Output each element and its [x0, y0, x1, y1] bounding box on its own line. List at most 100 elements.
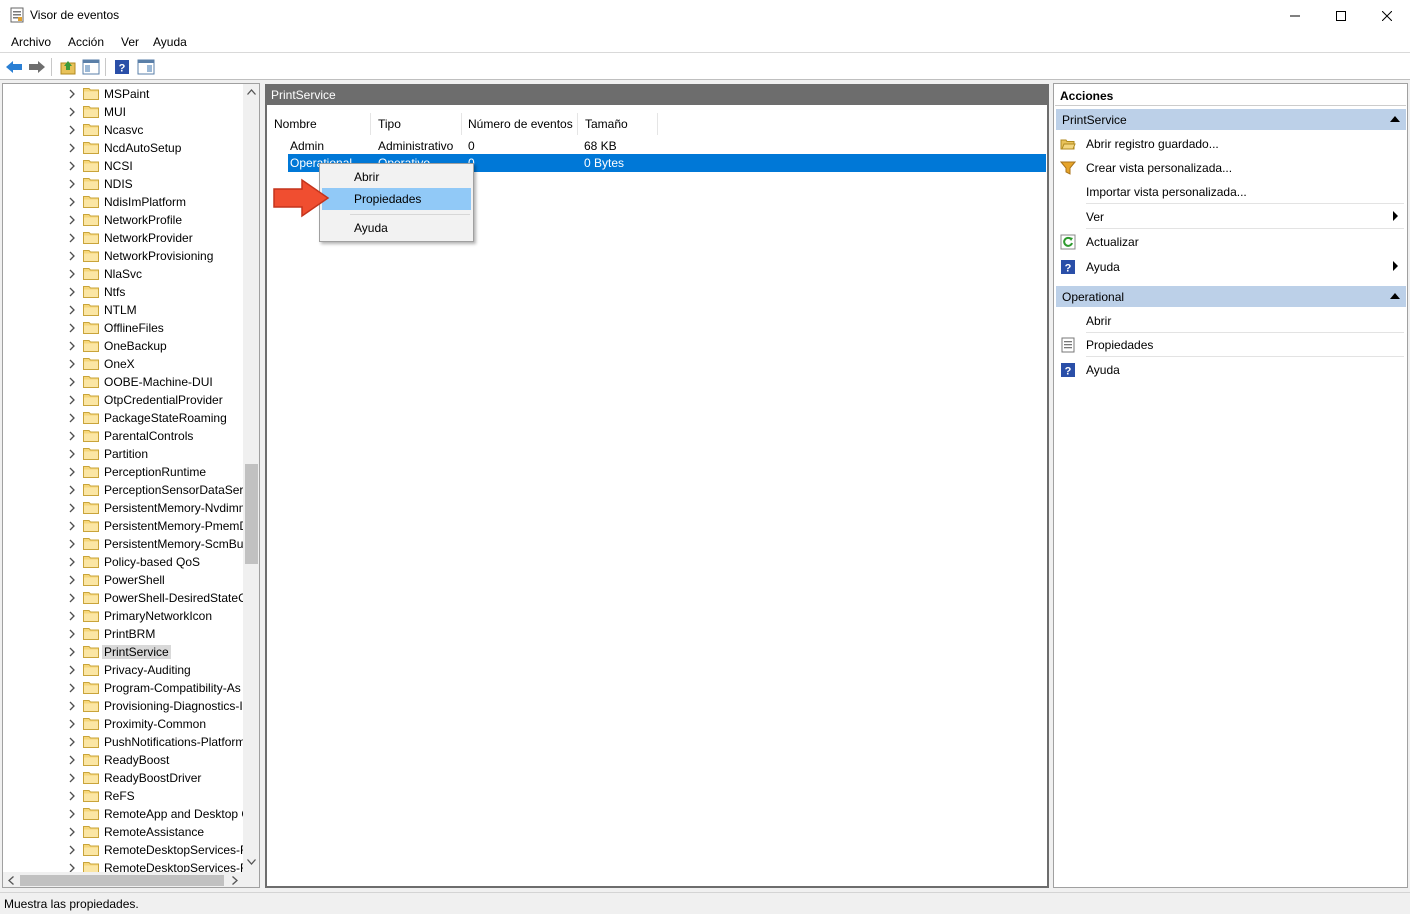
section-header-operational[interactable]: Operational	[1056, 286, 1406, 307]
console-tree[interactable]: MSPaint MUI Ncasvc NcdAutoSetup NCSI NDIS Ndis…	[2, 83, 260, 888]
action-ver[interactable]: Ver	[1058, 205, 1404, 229]
ctx-abrir[interactable]: Abrir	[322, 166, 471, 188]
ctx-propiedades[interactable]: Propiedades	[322, 188, 471, 210]
tree-item[interactable]: PrintService	[3, 643, 243, 661]
chevron-right-icon[interactable]	[66, 538, 78, 550]
tree-item[interactable]: PerceptionSensorDataServ	[3, 481, 249, 499]
menu-ayuda[interactable]: Ayuda	[153, 35, 187, 49]
chevron-right-icon[interactable]	[66, 88, 78, 100]
column-separator[interactable]	[370, 113, 371, 135]
back-button[interactable]	[4, 57, 24, 77]
tree-item[interactable]: NcdAutoSetup	[3, 139, 243, 157]
tree-item[interactable]: MSPaint	[3, 85, 243, 103]
chevron-right-icon[interactable]	[66, 304, 78, 316]
close-button[interactable]	[1364, 0, 1410, 31]
chevron-right-icon[interactable]	[66, 826, 78, 838]
column-header-nombre[interactable]: Nombre	[274, 117, 317, 135]
ctx-ayuda[interactable]: Ayuda	[322, 217, 471, 239]
column-separator[interactable]	[577, 113, 578, 135]
up-folder-button[interactable]	[58, 57, 78, 77]
tree-item[interactable]: OOBE-Machine-DUI	[3, 373, 243, 391]
chevron-right-icon[interactable]	[66, 628, 78, 640]
chevron-right-icon[interactable]	[66, 268, 78, 280]
chevron-right-icon[interactable]	[66, 466, 78, 478]
chevron-right-icon[interactable]	[66, 556, 78, 568]
tree-item[interactable]: NetworkProvider	[3, 229, 243, 247]
tree-item[interactable]: PrintBRM	[3, 625, 243, 643]
action-ayuda[interactable]: ? Ayuda	[1058, 255, 1404, 279]
chevron-right-icon[interactable]	[66, 142, 78, 154]
show-hide-tree-button[interactable]	[81, 57, 101, 77]
action-abrir-registro[interactable]: Abrir registro guardado...	[1058, 132, 1404, 156]
chevron-right-icon[interactable]	[66, 340, 78, 352]
tree-item[interactable]: OfflineFiles	[3, 319, 243, 337]
tree-item[interactable]: Program-Compatibility-As	[3, 679, 243, 697]
tree-item[interactable]: PerceptionRuntime	[3, 463, 243, 481]
action-ayuda-operational[interactable]: ? Ayuda	[1058, 358, 1404, 382]
chevron-right-icon[interactable]	[66, 736, 78, 748]
chevron-right-icon[interactable]	[66, 196, 78, 208]
chevron-right-icon[interactable]	[66, 106, 78, 118]
tree-item[interactable]: ReadyBoostDriver	[3, 769, 243, 787]
collapse-arrow-icon[interactable]	[1390, 116, 1400, 122]
column-separator[interactable]	[657, 113, 658, 135]
tree-item[interactable]: PushNotifications-Platform	[3, 733, 245, 751]
action-crear-vista[interactable]: Crear vista personalizada...	[1058, 156, 1404, 180]
scroll-right-icon[interactable]	[232, 876, 238, 885]
tree-item[interactable]: Policy-based QoS	[3, 553, 243, 571]
chevron-right-icon[interactable]	[66, 610, 78, 622]
tree-item[interactable]: NetworkProvisioning	[3, 247, 243, 265]
tree-item[interactable]: NTLM	[3, 301, 243, 319]
tree-item[interactable]: Ntfs	[3, 283, 243, 301]
tree-item[interactable]: RemoteApp and Desktop C	[3, 805, 250, 823]
tree-item[interactable]: NDIS	[3, 175, 243, 193]
column-header-numero-eventos[interactable]: Número de eventos	[468, 117, 573, 135]
action-importar-vista[interactable]: Importar vista personalizada...	[1058, 180, 1404, 204]
tree-item[interactable]: ReFS	[3, 787, 243, 805]
action-abrir[interactable]: Abrir	[1058, 309, 1404, 333]
chevron-right-icon[interactable]	[66, 520, 78, 532]
chevron-right-icon[interactable]	[66, 790, 78, 802]
tree-item[interactable]: NdisImPlatform	[3, 193, 243, 211]
tree-item[interactable]: RemoteDesktopServices-R	[3, 841, 249, 859]
tree-item[interactable]: MUI	[3, 103, 243, 121]
tree-item[interactable]: NCSI	[3, 157, 243, 175]
tree-item[interactable]: Ncasvc	[3, 121, 243, 139]
tree-item[interactable]: NlaSvc	[3, 265, 243, 283]
chevron-right-icon[interactable]	[66, 358, 78, 370]
chevron-right-icon[interactable]	[66, 376, 78, 388]
tree-item[interactable]: PrimaryNetworkIcon	[3, 607, 243, 625]
chevron-right-icon[interactable]	[66, 448, 78, 460]
scroll-up-icon[interactable]	[247, 89, 256, 95]
tree-item[interactable]: OtpCredentialProvider	[3, 391, 243, 409]
forward-button[interactable]	[27, 57, 47, 77]
chevron-right-icon[interactable]	[66, 754, 78, 766]
chevron-right-icon[interactable]	[66, 682, 78, 694]
column-header-tipo[interactable]: Tipo	[378, 117, 401, 135]
tree-item[interactable]: PersistentMemory-ScmBus	[3, 535, 249, 553]
section-header-printservice[interactable]: PrintService	[1056, 109, 1406, 130]
tree-item[interactable]: Partition	[3, 445, 243, 463]
chevron-right-icon[interactable]	[66, 124, 78, 136]
show-hide-actions-button[interactable]	[136, 57, 156, 77]
tree-item[interactable]: PackageStateRoaming	[3, 409, 243, 427]
tree-horizontal-scroll-thumb[interactable]	[20, 875, 224, 886]
tree-item[interactable]: PowerShell	[3, 571, 243, 589]
column-header-tamano[interactable]: Tamaño	[585, 117, 628, 135]
chevron-right-icon[interactable]	[66, 592, 78, 604]
tree-item[interactable]: PersistentMemory-Nvdimm	[3, 499, 249, 517]
chevron-right-icon[interactable]	[66, 232, 78, 244]
tree-vertical-scroll-thumb[interactable]	[245, 464, 258, 564]
tree-item[interactable]: OneBackup	[3, 337, 243, 355]
action-propiedades[interactable]: Propiedades	[1058, 333, 1404, 357]
chevron-right-icon[interactable]	[66, 844, 78, 856]
chevron-right-icon[interactable]	[66, 250, 78, 262]
chevron-right-icon[interactable]	[66, 574, 78, 586]
chevron-right-icon[interactable]	[66, 412, 78, 424]
menu-archivo[interactable]: Archivo	[11, 35, 51, 49]
column-separator[interactable]	[461, 113, 462, 135]
chevron-right-icon[interactable]	[66, 178, 78, 190]
collapse-arrow-icon[interactable]	[1390, 293, 1400, 299]
chevron-right-icon[interactable]	[66, 160, 78, 172]
chevron-right-icon[interactable]	[66, 664, 78, 676]
